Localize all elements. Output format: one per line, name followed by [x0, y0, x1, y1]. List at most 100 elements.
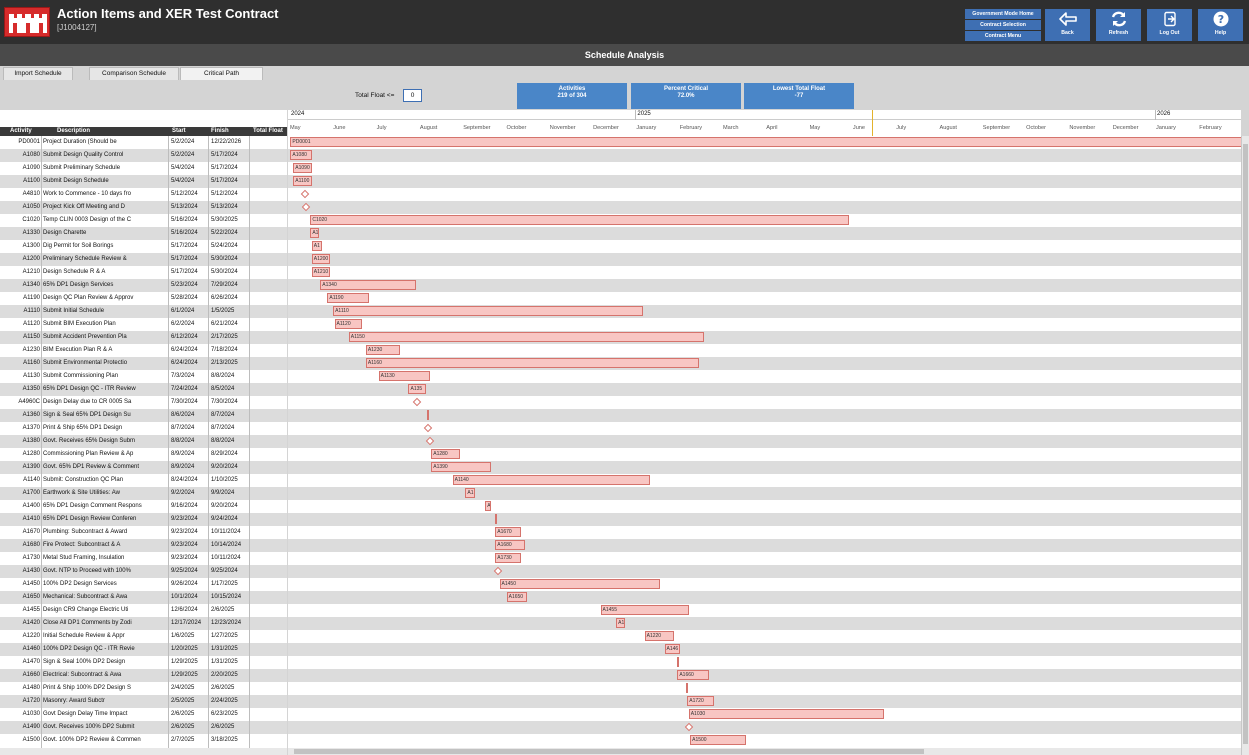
activity-bar[interactable]: A1340	[320, 280, 416, 290]
table-row[interactable]: A1370 Print & Ship 65% DP1 Design 8/7/2024…	[0, 422, 287, 435]
table-row[interactable]: A1280 Commissioning Plan Review & Ap 8/9/2…	[0, 448, 287, 461]
table-row[interactable]: C1020 Temp CLIN 0003 Design of the C 5/16/…	[0, 214, 287, 227]
table-row[interactable]: A1660 Electrical: Subcontract & Awa 1/29/2…	[0, 669, 287, 682]
table-row[interactable]: A1470 Sign & Seal 100% DP2 Design 1/29/202…	[0, 656, 287, 669]
table-row[interactable]: A1120 Submit BIM Execution Plan 6/2/2024 6/…	[0, 318, 287, 331]
table-row[interactable]: A1220 Initial Schedule Review & Appr 1/6/2…	[0, 630, 287, 643]
table-row[interactable]: A1455 Design CR9 Change Electric Uti 12/6/…	[0, 604, 287, 617]
activity-bar[interactable]	[685, 683, 688, 693]
government-mode-home-button[interactable]: Government Mode Home	[965, 9, 1041, 19]
table-row[interactable]: A1410 65% DP1 Design Review Conferen 9/23/…	[0, 513, 287, 526]
activity-bar[interactable]: A1220	[644, 631, 675, 641]
table-row[interactable]: A1650 Mechanical: Subcontract & Awa 10/1/2…	[0, 591, 287, 604]
activity-bar[interactable]: A1660	[677, 670, 709, 680]
activity-bar[interactable]: A1280	[431, 449, 460, 459]
activity-bar[interactable]: A1110	[333, 306, 644, 316]
milestone-diamond[interactable]	[425, 436, 435, 446]
table-row[interactable]: A1150 Submit Accident Prevention Pla 6/12/…	[0, 331, 287, 344]
scrollbar-thumb[interactable]	[1243, 144, 1248, 744]
activity-bar[interactable]: A135	[408, 384, 426, 394]
activity-bar[interactable]: C1020	[310, 215, 850, 225]
tab-critical-path[interactable]: Critical Path	[180, 67, 263, 80]
activity-bar[interactable]: A	[485, 501, 492, 511]
table-row[interactable]: A1050 Project Kick Off Meeting and D 5/13/…	[0, 201, 287, 214]
vertical-scrollbar[interactable]	[1241, 136, 1249, 755]
table-row[interactable]: A1380 Govt. Receives 65% Design Subm 8/8/2…	[0, 435, 287, 448]
table-row[interactable]: A1460 100% DP2 Design QC - ITR Revie 1/20/…	[0, 643, 287, 656]
table-row[interactable]: A1130 Submit Commissioning Plan 7/3/2024 8/…	[0, 370, 287, 383]
activity-bar[interactable]: A1	[465, 488, 476, 498]
activity-bar[interactable]: A1140	[452, 475, 651, 485]
column-header-activity[interactable]: Activity	[10, 127, 32, 136]
activity-bar[interactable]: PD0001	[290, 137, 1241, 147]
table-row[interactable]: A1090 Submit Preliminary Schedule 5/4/2024…	[0, 162, 287, 175]
table-row[interactable]: A1160 Submit Environmental Protectio 6/24/…	[0, 357, 287, 370]
contract-selection-button[interactable]: Contract Selection	[965, 20, 1041, 30]
table-row[interactable]: A1210 Design Schedule R & A 5/17/2024 5/30/…	[0, 266, 287, 279]
scrollbar-thumb[interactable]	[294, 749, 924, 754]
activity-bar[interactable]: A1450	[499, 579, 661, 589]
activity-bar[interactable]: A1670	[495, 527, 521, 537]
activity-bar[interactable]: A1150	[348, 332, 705, 342]
column-header-description[interactable]: Description	[57, 127, 90, 136]
table-row[interactable]: A1720 Masonry: Award Subctr 2/5/2025 2/24/2…	[0, 695, 287, 708]
activity-bar[interactable]	[677, 657, 680, 667]
table-row[interactable]: A1480 Print & Ship 100% DP2 Design S 2/4/2…	[0, 682, 287, 695]
table-row[interactable]: A1700 Earthwork & Site Utilities: Aw 9/2/2…	[0, 487, 287, 500]
activity-bar[interactable]: A1	[616, 618, 625, 628]
table-row[interactable]: A1670 Plumbing: Subcontract & Award 9/23/2…	[0, 526, 287, 539]
activity-bar[interactable]: A1390	[431, 462, 491, 472]
table-row[interactable]: A1110 Submit Initial Schedule 6/1/2024 1/5/…	[0, 305, 287, 318]
activity-bar[interactable]: A1090	[293, 163, 312, 173]
activity-bar[interactable]: A1650	[506, 592, 527, 602]
activity-bar[interactable]	[426, 410, 429, 420]
activity-bar[interactable]: A1	[310, 228, 319, 238]
table-row[interactable]: A1490 Govt. Receives 100% DP2 Submit 2/6/2…	[0, 721, 287, 734]
activity-bar[interactable]: A146	[664, 644, 681, 654]
table-row[interactable]: A1080 Submit Design Quality Control 5/2/20…	[0, 149, 287, 162]
table-row[interactable]: A4810 Work to Commence - 10 days fro 5/12/…	[0, 188, 287, 201]
table-row[interactable]: PD0001 Project Duration (Should be 5/2/202…	[0, 136, 287, 149]
activity-bar[interactable]: A1500	[690, 735, 746, 745]
table-row[interactable]: A1500 Govt. 100% DP2 Review & Commen 2/7/2…	[0, 734, 287, 747]
activity-bar[interactable]: A1100	[293, 176, 312, 186]
table-row[interactable]: A1190 Design QC Plan Review & Approv 5/28/…	[0, 292, 287, 305]
table-row[interactable]: A1100 Submit Design Schedule 5/4/2024 5/17/…	[0, 175, 287, 188]
milestone-diamond[interactable]	[684, 722, 693, 732]
tab-comparison-schedule[interactable]: Comparison Schedule	[89, 67, 179, 80]
table-row[interactable]: A1300 Dig Permit for Soil Borings 5/17/202…	[0, 240, 287, 253]
activity-bar[interactable]: A1080	[290, 150, 312, 160]
total-float-input[interactable]: 0	[403, 89, 422, 102]
table-row[interactable]: A1430 Govt. NTP to Proceed with 100% 9/25/…	[0, 565, 287, 578]
column-header-total-float[interactable]: Total Float	[253, 127, 283, 136]
activity-bar[interactable]: A1120	[334, 319, 362, 329]
activity-bar[interactable]: A1030	[688, 709, 884, 719]
activity-bar[interactable]: A1160	[365, 358, 699, 368]
milestone-diamond[interactable]	[493, 566, 503, 576]
column-header-start[interactable]: Start	[172, 127, 186, 136]
table-row[interactable]: A1420 Close All DP1 Comments by Zodi 12/17…	[0, 617, 287, 630]
activity-bar[interactable]: A1	[311, 241, 322, 251]
activity-bar[interactable]: A1210	[311, 267, 331, 277]
help-button[interactable]: ? Help	[1198, 9, 1243, 41]
milestone-diamond[interactable]	[301, 202, 311, 212]
table-row[interactable]: A4960C Design Delay due to CR 0005 Sa 7/30…	[0, 396, 287, 409]
column-header-finish[interactable]: Finish	[211, 127, 229, 136]
table-row[interactable]: A1340 65% DP1 Design Services 5/23/2024 7/2…	[0, 279, 287, 292]
table-row[interactable]: A1230 BIM Execution Plan R & A 6/24/2024 7/…	[0, 344, 287, 357]
milestone-diamond[interactable]	[424, 423, 433, 433]
tab-import-schedule[interactable]: Import Schedule	[3, 67, 73, 80]
table-row[interactable]: A1390 Govt. 65% DP1 Review & Comment 8/9/2…	[0, 461, 287, 474]
grid-horizontal-scrollbar[interactable]	[0, 748, 287, 755]
activity-bar[interactable]: A1230	[365, 345, 400, 355]
contract-menu-button[interactable]: Contract Menu	[965, 31, 1041, 41]
activity-bar[interactable]: A1130	[378, 371, 430, 381]
table-row[interactable]: A1400 65% DP1 Design Comment Respons 9/16/…	[0, 500, 287, 513]
activity-bar[interactable]	[495, 514, 498, 524]
milestone-diamond[interactable]	[412, 397, 422, 407]
table-row[interactable]: A1360 Sign & Seal 65% DP1 Design Su 8/6/20…	[0, 409, 287, 422]
activity-bar[interactable]: A1190	[327, 293, 369, 303]
table-row[interactable]: A1350 65% DP1 Design QC - ITR Review 7/24/…	[0, 383, 287, 396]
table-row[interactable]: A1030 Govt Design Delay Time Impact 2/6/20…	[0, 708, 287, 721]
refresh-button[interactable]: Refresh	[1096, 9, 1141, 41]
